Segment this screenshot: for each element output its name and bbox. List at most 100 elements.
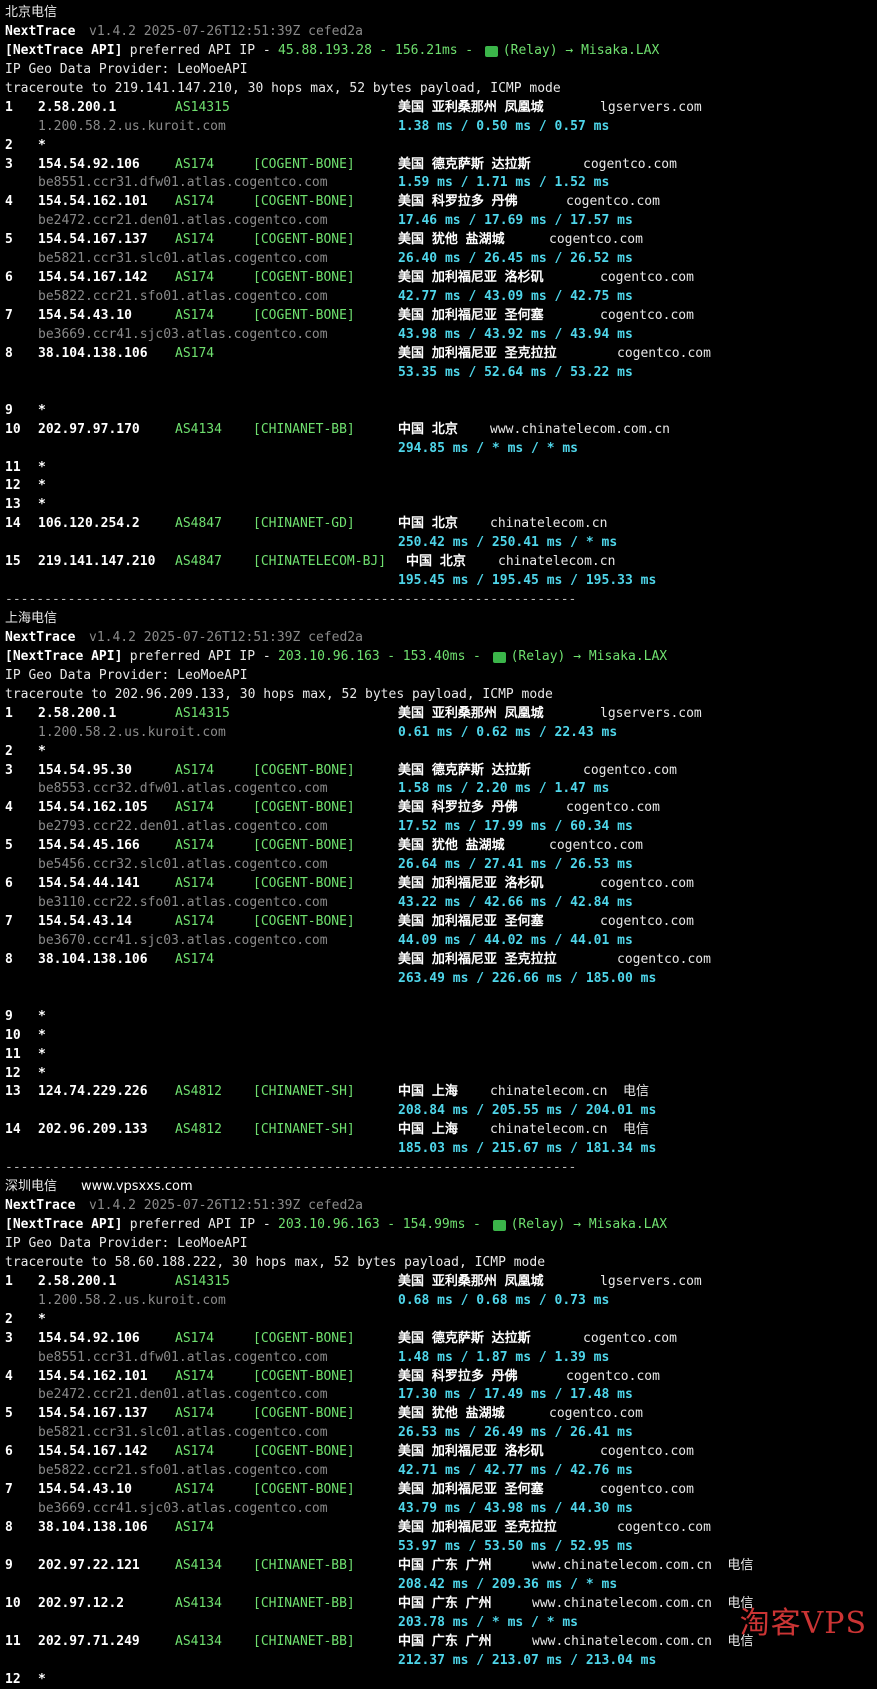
hop-detail: be5821.ccr31.slc01.atlas.cogentco.com26.… [5,250,873,269]
hop-ip: 202.96.209.133 [38,1121,148,1140]
hop-ip: 154.54.43.14 [38,913,132,932]
hop-host: cogentco.com [600,1481,694,1500]
hop-host: cogentco.com [566,193,660,212]
relay-flag-icon [485,46,498,57]
app-name: NextTrace [5,1197,75,1216]
hop-timeout: 9* [5,402,873,421]
hop-asn: AS174 [175,837,214,856]
hop-host: www.chinatelecom.com.cn [490,421,670,440]
hop-asn: AS174 [175,913,214,932]
hop-ip: 202.97.22.121 [38,1557,140,1576]
hop-location: 美国 加利福尼亚 洛杉矶 [398,269,544,288]
hop-ip: 202.97.71.249 [38,1633,140,1652]
relay-target: (Relay) → Misaka.LAX [511,648,668,667]
hop-asn: AS174 [175,875,214,894]
hop-rtt: 1.48 ms / 1.87 ms / 1.39 ms [398,1349,609,1368]
section-title-text: 深圳电信 [5,1178,57,1197]
hop-location: 美国 加利福尼亚 洛杉矶 [398,875,544,894]
hop-timeout-star: * [38,402,46,421]
api-dash-2: - [473,1216,481,1235]
hop-asn: AS14315 [175,1273,230,1292]
separator-dashes: ----------------------------------------… [5,591,576,610]
hop-detail: be5821.ccr31.slc01.atlas.cogentco.com26.… [5,1424,873,1443]
hop-timeout-star: * [38,1671,46,1689]
hop-row: 10202.97.97.170AS4134[CHINANET-BB]中国 北京w… [5,421,873,440]
hop-rtt: 43.79 ms / 43.98 ms / 44.30 ms [398,1500,633,1519]
traceroute-command: traceroute to 202.96.209.133, 30 hops ma… [5,686,553,705]
hop-hostname: be2793.ccr22.den01.atlas.cogentco.com [38,818,328,837]
hop-asn: AS14315 [175,705,230,724]
traceroute-line: traceroute to 219.141.147.210, 30 hops m… [5,80,873,99]
hop-asn: AS174 [175,762,214,781]
hop-rtt: 203.78 ms / * ms / * ms [398,1614,578,1633]
hop-detail: be8551.ccr31.dfw01.atlas.cogentco.com1.4… [5,1349,873,1368]
hop-tag: [COGENT-BONE] [253,231,355,250]
hop-location: 美国 加利福尼亚 洛杉矶 [398,1443,544,1462]
hop-detail: be3669.ccr41.sjc03.atlas.cogentco.com43.… [5,1500,873,1519]
hop-hostname: be8551.ccr31.dfw01.atlas.cogentco.com [38,174,328,193]
hop-ip: 106.120.254.2 [38,515,140,534]
hop-host: cogentco.com [549,231,643,250]
hop-timeout: 13* [5,496,873,515]
hop-detail: be2793.ccr22.den01.atlas.cogentco.com17.… [5,818,873,837]
hop-number: 11 [5,1046,21,1065]
hop-rtt: 208.42 ms / 209.36 ms / * ms [398,1576,617,1595]
app-name: NextTrace [5,629,75,648]
traceroute-line: traceroute to 58.60.188.222, 30 hops max… [5,1254,873,1273]
site-url: www.vpsxxs.com [81,1178,193,1197]
hop-row: 838.104.138.106AS174美国 加利福尼亚 圣克拉拉cogentc… [5,951,873,970]
geo-provider-line: IP Geo Data Provider: LeoMoeAPI [5,61,873,80]
separator-dashes: ----------------------------------------… [5,1159,576,1178]
hop-number: 10 [5,1595,21,1614]
hop-number: 11 [5,459,21,478]
hop-isp: 电信 [623,1083,649,1102]
hop-location: 美国 德克萨斯 达拉斯 [398,762,531,781]
section-title: 北京电信 [5,4,873,23]
hop-ip: 154.54.167.137 [38,231,148,250]
app-version: v1.4.2 2025-07-26T12:51:39Z cefed2a [89,1197,363,1216]
api-dash-2: - [473,648,481,667]
hop-number: 1 [5,705,13,724]
hop-rtt: 43.22 ms / 42.66 ms / 42.84 ms [398,894,633,913]
hop-number: 15 [5,553,21,572]
hop-host: www.chinatelecom.com.cn [532,1557,712,1576]
hop-asn: AS174 [175,1405,214,1424]
traceroute-line: traceroute to 202.96.209.133, 30 hops ma… [5,686,873,705]
hop-rtt: 263.49 ms / 226.66 ms / 185.00 ms [398,970,656,989]
hop-asn: AS4134 [175,1595,222,1614]
hop-timeout: 9* [5,1008,873,1027]
hop-timeout-star: * [38,459,46,478]
hop-asn: AS174 [175,231,214,250]
section-title: 上海电信 [5,610,873,629]
hop-hostname: be5456.ccr32.slc01.atlas.cogentco.com [38,856,328,875]
hop-row: 4154.54.162.101AS174[COGENT-BONE]美国 科罗拉多… [5,1368,873,1387]
hop-number: 7 [5,913,13,932]
hop-tag: [COGENT-BONE] [253,913,355,932]
geo-provider: IP Geo Data Provider: LeoMoeAPI [5,1235,248,1254]
hop-number: 1 [5,99,13,118]
hop-number: 12 [5,1065,21,1084]
hop-number: 12 [5,1671,21,1689]
hop-rtt: 43.98 ms / 43.92 ms / 43.94 ms [398,326,633,345]
api-latency: 154.99ms [403,1216,466,1235]
hop-hostname: be5821.ccr31.slc01.atlas.cogentco.com [38,250,328,269]
app-version-line: NextTracev1.4.2 2025-07-26T12:51:39Z cef… [5,629,873,648]
geo-provider: IP Geo Data Provider: LeoMoeAPI [5,667,248,686]
hop-number: 6 [5,875,13,894]
hop-tag: [COGENT-BONE] [253,837,355,856]
hop-rtt: 17.46 ms / 17.69 ms / 17.57 ms [398,212,633,231]
terminal-output[interactable]: 北京电信NextTracev1.4.2 2025-07-26T12:51:39Z… [5,4,873,1689]
hop-detail: 208.84 ms / 205.55 ms / 204.01 ms [5,1102,873,1121]
hop-location: 美国 加利福尼亚 圣克拉拉 [398,1519,557,1538]
hop-host: cogentco.com [617,345,711,364]
hop-row: 838.104.138.106AS174美国 加利福尼亚 圣克拉拉cogentc… [5,345,873,364]
hop-number: 9 [5,1557,13,1576]
hop-tag: [COGENT-BONE] [253,1443,355,1462]
hop-host: cogentco.com [600,875,694,894]
hop-row: 3154.54.92.106AS174[COGENT-BONE]美国 德克萨斯 … [5,156,873,175]
hop-hostname: be3110.ccr22.sfo01.atlas.cogentco.com [38,894,328,913]
hop-host: cogentco.com [617,1519,711,1538]
hop-number: 9 [5,1008,13,1027]
hop-number: 10 [5,421,21,440]
geo-provider: IP Geo Data Provider: LeoMoeAPI [5,61,248,80]
